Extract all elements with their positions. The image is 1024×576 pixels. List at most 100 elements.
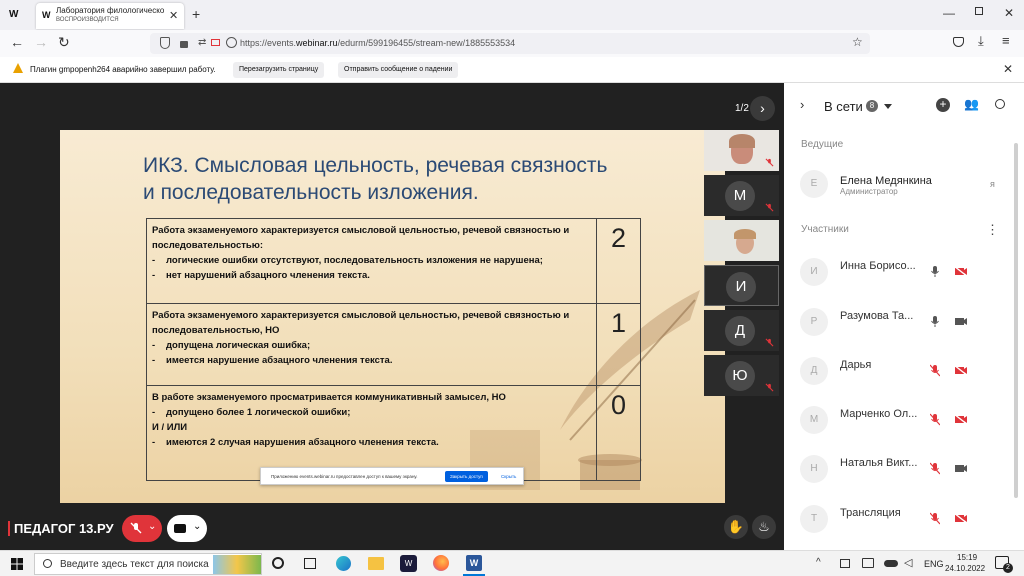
mic-on-icon[interactable] xyxy=(930,265,940,278)
collapse-panel-icon[interactable]: › xyxy=(800,97,804,112)
close-notification-icon[interactable]: ✕ xyxy=(1003,62,1013,76)
word-icon[interactable]: W xyxy=(466,555,482,571)
item-marker: - xyxy=(152,255,156,266)
participant-row[interactable]: Т Трансляция xyxy=(784,497,1024,541)
firefox-icon[interactable] xyxy=(433,555,449,571)
tab-close-icon[interactable]: ✕ xyxy=(169,9,178,22)
mic-off-icon xyxy=(765,338,774,347)
camera-on-icon[interactable] xyxy=(954,463,968,474)
screen-sharing-icon[interactable] xyxy=(226,37,237,48)
url-text[interactable]: https://events.webinar.ru/edurm/59919645… xyxy=(240,38,515,48)
reactions-button[interactable]: ♨ xyxy=(752,515,776,539)
mic-off-icon[interactable] xyxy=(930,413,940,426)
shield-icon[interactable] xyxy=(160,37,170,49)
participant-avatar: Ю xyxy=(725,361,755,391)
avatar: М xyxy=(800,406,828,434)
bookmark-star-icon[interactable]: ☆ xyxy=(852,35,863,49)
hide-permission-button[interactable]: Скрыть xyxy=(501,474,516,479)
browser-tab[interactable]: W Лаборатория филологического ВОСПРОИЗВО… xyxy=(36,3,184,29)
lock-icon[interactable] xyxy=(180,41,188,48)
video-tile[interactable]: М xyxy=(704,175,779,216)
tab-subtitle: ВОСПРОИЗВОДИТСЯ xyxy=(56,17,119,23)
video-tile[interactable]: Д xyxy=(704,310,779,351)
more-options-icon[interactable]: ⋮ xyxy=(986,222,999,238)
criteria-item: - имеются 2 случая нарушения абзацного чл… xyxy=(152,435,591,450)
add-icon[interactable]: + xyxy=(936,98,950,112)
stop-sharing-button[interactable]: Закрыть доступ xyxy=(445,471,488,482)
webinar-taskbar-icon[interactable]: W xyxy=(400,555,417,572)
mic-off-icon[interactable] xyxy=(930,364,940,377)
send-crash-report-button[interactable]: Отправить сообщение о падении xyxy=(338,62,459,78)
downloads-icon[interactable]: ⤓ xyxy=(978,33,984,49)
presentation-stage: 1/2 › ИКЗ. Смысловая цельность, речевая … xyxy=(0,83,784,550)
forward-icon[interactable]: → xyxy=(34,34,48,50)
participant-row[interactable]: Р Разумова Та... xyxy=(784,300,1024,344)
file-explorer-icon[interactable] xyxy=(368,557,384,570)
participant-row[interactable]: М Марченко Ол... xyxy=(784,398,1024,442)
back-icon[interactable]: ← xyxy=(10,34,24,50)
permissions-icon[interactable]: ⇄ xyxy=(198,37,206,48)
video-tile[interactable]: Ю xyxy=(704,355,779,396)
tab-favicon: W xyxy=(42,10,51,20)
chevron-down-icon[interactable] xyxy=(884,104,892,109)
brand-logo: ПЕДАГОГ 13.РУ xyxy=(8,521,114,536)
host-row[interactable]: Е Елена Медянкина Администратор я xyxy=(784,162,1024,206)
search-icon[interactable] xyxy=(995,99,1005,109)
windows-start-icon[interactable] xyxy=(11,558,23,570)
criteria-table: Работа экзаменуемого характеризуется смы… xyxy=(146,218,641,481)
criteria-description: Работа экзаменуемого характеризуется смы… xyxy=(146,303,597,386)
edge-icon[interactable] xyxy=(336,556,351,571)
mic-toggle-button[interactable]: ⌄ xyxy=(122,515,162,542)
avatar: Д xyxy=(800,357,828,385)
next-slide-button[interactable]: › xyxy=(750,96,775,121)
video-tile[interactable] xyxy=(704,130,779,171)
mic-on-icon[interactable] xyxy=(930,315,940,328)
mic-off-icon[interactable] xyxy=(930,462,940,475)
address-bar[interactable]: ⇄ https://events.webinar.ru/edurm/599196… xyxy=(150,33,870,54)
chevron-down-icon[interactable]: ⌄ xyxy=(148,521,156,532)
language-indicator[interactable]: ENG xyxy=(924,559,944,569)
camera-toggle-button[interactable]: ⌄ xyxy=(167,515,207,542)
tray-chevron-icon[interactable]: ^ xyxy=(816,557,821,568)
reload-page-button[interactable]: Перезагрузить страницу xyxy=(233,62,325,78)
raise-hand-button[interactable]: ✋ xyxy=(724,515,748,539)
video-tile[interactable]: И xyxy=(704,265,779,306)
participant-row[interactable]: Н Наталья Викт... xyxy=(784,447,1024,491)
camera-off-icon[interactable] xyxy=(954,414,968,425)
criteria-intro: Работа экзаменуемого характеризуется смы… xyxy=(152,225,570,251)
people-icon[interactable]: 👥 xyxy=(964,97,979,111)
restore-icon[interactable] xyxy=(975,7,983,15)
participant-avatar: Д xyxy=(725,316,755,346)
network-icon[interactable] xyxy=(862,558,874,568)
criteria-score: 1 xyxy=(596,303,641,386)
participant-row[interactable]: Д Дарья xyxy=(784,349,1024,393)
webinar-app-icon[interactable]: W xyxy=(9,9,18,20)
onedrive-icon[interactable] xyxy=(884,560,898,567)
cortana-icon[interactable] xyxy=(272,557,284,569)
menu-icon[interactable]: ≡ xyxy=(1002,33,1010,48)
camera-off-icon[interactable] xyxy=(954,266,968,277)
window-close-icon[interactable]: ✕ xyxy=(1004,6,1014,20)
pocket-icon[interactable] xyxy=(953,37,964,47)
video-tile[interactable] xyxy=(704,220,779,261)
reload-icon[interactable]: ↻ xyxy=(58,34,70,51)
camera-sharing-icon[interactable] xyxy=(211,39,220,46)
scrollbar[interactable] xyxy=(1014,143,1018,498)
url-path: /edurm/599196455/stream-new/1885553534 xyxy=(337,38,516,48)
camera-on-icon[interactable] xyxy=(954,316,968,327)
participant-row[interactable]: И Инна Борисо... xyxy=(784,250,1024,294)
tray-app-icon[interactable] xyxy=(840,559,850,568)
panel-header[interactable]: В сети xyxy=(824,99,863,114)
taskbar-search-input[interactable]: Введите здесь текст для поиска xyxy=(34,553,262,575)
clock-time[interactable]: 15:19 xyxy=(957,553,977,562)
minimize-icon[interactable]: — xyxy=(943,6,955,20)
mic-off-icon[interactable] xyxy=(930,512,940,525)
chevron-down-icon[interactable]: ⌄ xyxy=(193,521,201,532)
camera-off-icon[interactable] xyxy=(954,365,968,376)
camera-off-icon[interactable] xyxy=(954,513,968,524)
new-tab-icon[interactable]: + xyxy=(192,6,200,22)
task-view-icon[interactable] xyxy=(304,558,316,569)
clock-date[interactable]: 24.10.2022 xyxy=(945,564,985,573)
volume-icon[interactable]: ◁ xyxy=(904,556,912,569)
item-text: нет нарушений абзацного членения текста. xyxy=(166,270,370,281)
